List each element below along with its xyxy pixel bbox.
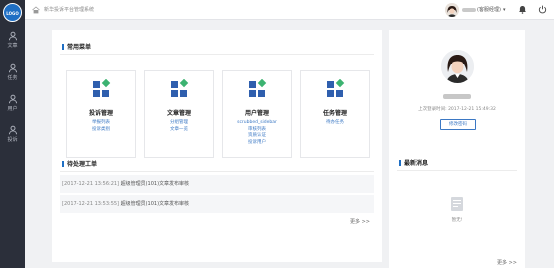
quick-card-title: 投诉管理 [88, 110, 113, 117]
messages-empty-text: 暂无! [451, 218, 463, 223]
divider [60, 171, 374, 172]
divider [397, 170, 517, 171]
sidebar-item-tasks[interactable]: 任务 [0, 63, 25, 87]
username-redacted [462, 8, 476, 12]
power-icon[interactable] [538, 5, 547, 14]
username-redacted [443, 94, 471, 99]
avatar [441, 50, 474, 83]
bell-icon[interactable] [518, 5, 527, 14]
main-panel: 常用菜单 投诉管理 举报列表 投诉类别 文章管理 分组管理 文章一览 用户管理 … [52, 30, 382, 262]
sidebar-item-label: 文章 [7, 43, 18, 49]
quick-link[interactable]: 投诉类别 [67, 127, 135, 134]
quick-link[interactable]: 投诉用户 [223, 140, 291, 147]
quick-menu-heading: 常用菜单 [62, 42, 91, 51]
sidebar-item-label: 用户 [7, 106, 18, 112]
sidebar-item-articles[interactable]: 文章 [0, 31, 25, 55]
messages-heading: 最新消息 [399, 158, 428, 167]
tasks-heading: 待处理工单 [62, 159, 97, 168]
quick-card-tasks[interactable]: 任务管理 待办任务 [300, 70, 370, 158]
quick-card-articles[interactable]: 文章管理 分组管理 文章一览 [144, 70, 214, 158]
quick-card-links: 举报列表 投诉类别 [67, 120, 135, 133]
quick-card-title: 任务管理 [322, 110, 347, 117]
user-icon [8, 94, 17, 104]
quick-card-users[interactable]: 用户管理 scrubbed_sidebar 审核列表 资质认证 投诉用户 [222, 70, 292, 158]
quick-card-links: 待办任务 [301, 120, 369, 127]
profile-panel: 上次登录时间: 2017-12-21 15:49:32 修改密码 最新消息 暂无… [389, 30, 525, 268]
task-row[interactable]: [2017-12-21 13:56:21] 超级管理员(101)文章发布审核 [60, 175, 374, 193]
sidebar-item-label: 投诉 [7, 137, 18, 143]
modules-icon [171, 79, 189, 97]
sidebar-item-users[interactable]: 用户 [0, 94, 25, 118]
user-icon [8, 125, 17, 135]
sidebar: LOGO 文章 任务 用户 投诉 [0, 0, 25, 268]
avatar[interactable] [445, 3, 459, 17]
quick-link[interactable]: 文章一览 [145, 127, 213, 134]
sidebar-item-complaints[interactable]: 投诉 [0, 125, 25, 149]
divider [60, 54, 374, 55]
messages-more-link[interactable]: 更多 >> [497, 259, 517, 266]
task-time: [2017-12-21 13:53:55] [62, 201, 120, 207]
modules-icon [93, 79, 111, 97]
tasks-more-link[interactable]: 更多 >> [350, 218, 370, 225]
last-login-time: 上次登录时间: 2017-12-21 15:49:32 [418, 107, 496, 112]
top-bar: 新华投诉平台管理系统 (客服经理) ▾ [25, 0, 554, 20]
logo[interactable]: LOGO [3, 3, 22, 22]
task-time: [2017-12-21 13:56:21] [62, 181, 120, 187]
task-text: 超级管理员(101)文章发布审核 [120, 201, 190, 207]
modules-icon [249, 79, 267, 97]
user-icon [8, 31, 17, 41]
quick-card-complaints[interactable]: 投诉管理 举报列表 投诉类别 [66, 70, 136, 158]
empty-document-icon [451, 197, 463, 211]
task-text: 超级管理员(101)文章发布审核 [120, 181, 190, 187]
quick-card-title: 文章管理 [166, 110, 191, 117]
system-title: 新华投诉平台管理系统 [44, 7, 95, 13]
modules-icon [327, 79, 345, 97]
user-role: (客服经理) [477, 7, 501, 13]
change-password-button[interactable]: 修改密码 [440, 119, 476, 130]
quick-link[interactable]: 待办任务 [301, 120, 369, 127]
home-icon[interactable] [32, 6, 40, 14]
quick-card-title: 用户管理 [244, 110, 269, 117]
quick-card-links: 分组管理 文章一览 [145, 120, 213, 133]
sidebar-item-label: 任务 [7, 75, 18, 81]
task-row[interactable]: [2017-12-21 13:53:55] 超级管理员(101)文章发布审核 [60, 195, 374, 213]
user-icon [8, 63, 17, 73]
chevron-down-icon[interactable]: ▾ [503, 7, 506, 13]
quick-card-links: scrubbed_sidebar 审核列表 资质认证 投诉用户 [223, 120, 291, 146]
